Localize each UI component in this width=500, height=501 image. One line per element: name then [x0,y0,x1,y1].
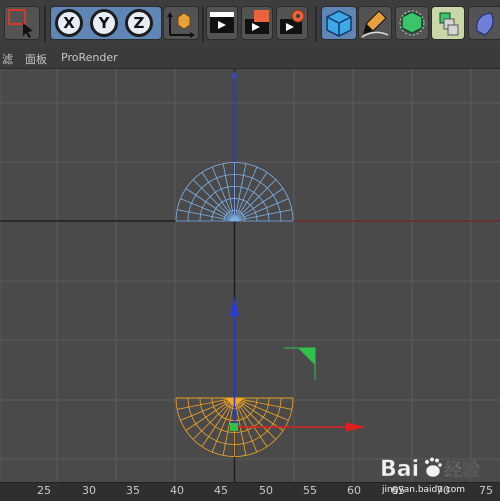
menu-item-panel[interactable]: 面板 [25,51,47,67]
cube-object-button[interactable] [321,6,357,40]
coordinate-system-icon [167,12,195,38]
pen-spline-button[interactable] [358,6,392,40]
ruler-tick: 55 [303,484,317,497]
deformer-button[interactable] [468,6,500,40]
menu-item-filter[interactable]: 滤 [2,51,13,67]
menu-item-prorender[interactable]: ProRender [61,51,118,64]
render-settings-gear-icon [280,9,305,34]
ruler-tick: 45 [214,484,228,497]
baidu-logo-icon: Bai 经验 jingyan.baidu.com [380,457,481,495]
main-toolbar: X Y Z [0,0,500,49]
ruler-tick: 50 [259,484,273,497]
gizmo-center-handle[interactable] [230,423,238,431]
render-settings-button[interactable] [276,6,308,40]
subdivision-cube-icon [399,10,425,36]
axis-x-button[interactable]: X [55,9,83,37]
watermark-cn: 经验 [444,459,481,481]
cloner-icon [439,12,459,36]
3d-viewport[interactable] [0,69,500,482]
subdivision-surface-button[interactable] [395,6,429,40]
render-view-button[interactable] [206,6,238,40]
cube-icon [326,10,352,37]
render-region-icon [245,10,269,34]
coordinate-system-button[interactable] [163,6,199,40]
menu-bar: 滤 面板 ProRender [0,48,500,69]
ruler-tick: 30 [82,484,96,497]
selection-tool-button[interactable] [4,6,40,40]
array-cloner-button[interactable] [431,6,465,40]
watermark-url: jingyan.baidu.com [381,485,465,495]
select-arrow-icon [8,9,33,38]
ruler-tick: 60 [347,484,361,497]
axis-y-button[interactable]: Y [90,9,118,37]
clapperboard-icon [210,12,234,33]
ruler-tick: 35 [126,484,140,497]
render-region-button[interactable] [241,6,273,40]
pen-icon [361,10,389,38]
deformer-icon [476,12,494,36]
watermark-brand: Bai [380,457,419,482]
viewport-canvas[interactable] [0,69,500,482]
ruler-tick: 25 [37,484,51,497]
axis-z-button[interactable]: Z [125,9,153,37]
baidu-jingyan-watermark: Bai 经验 jingyan.baidu.com [380,450,498,496]
ruler-tick: 40 [170,484,184,497]
